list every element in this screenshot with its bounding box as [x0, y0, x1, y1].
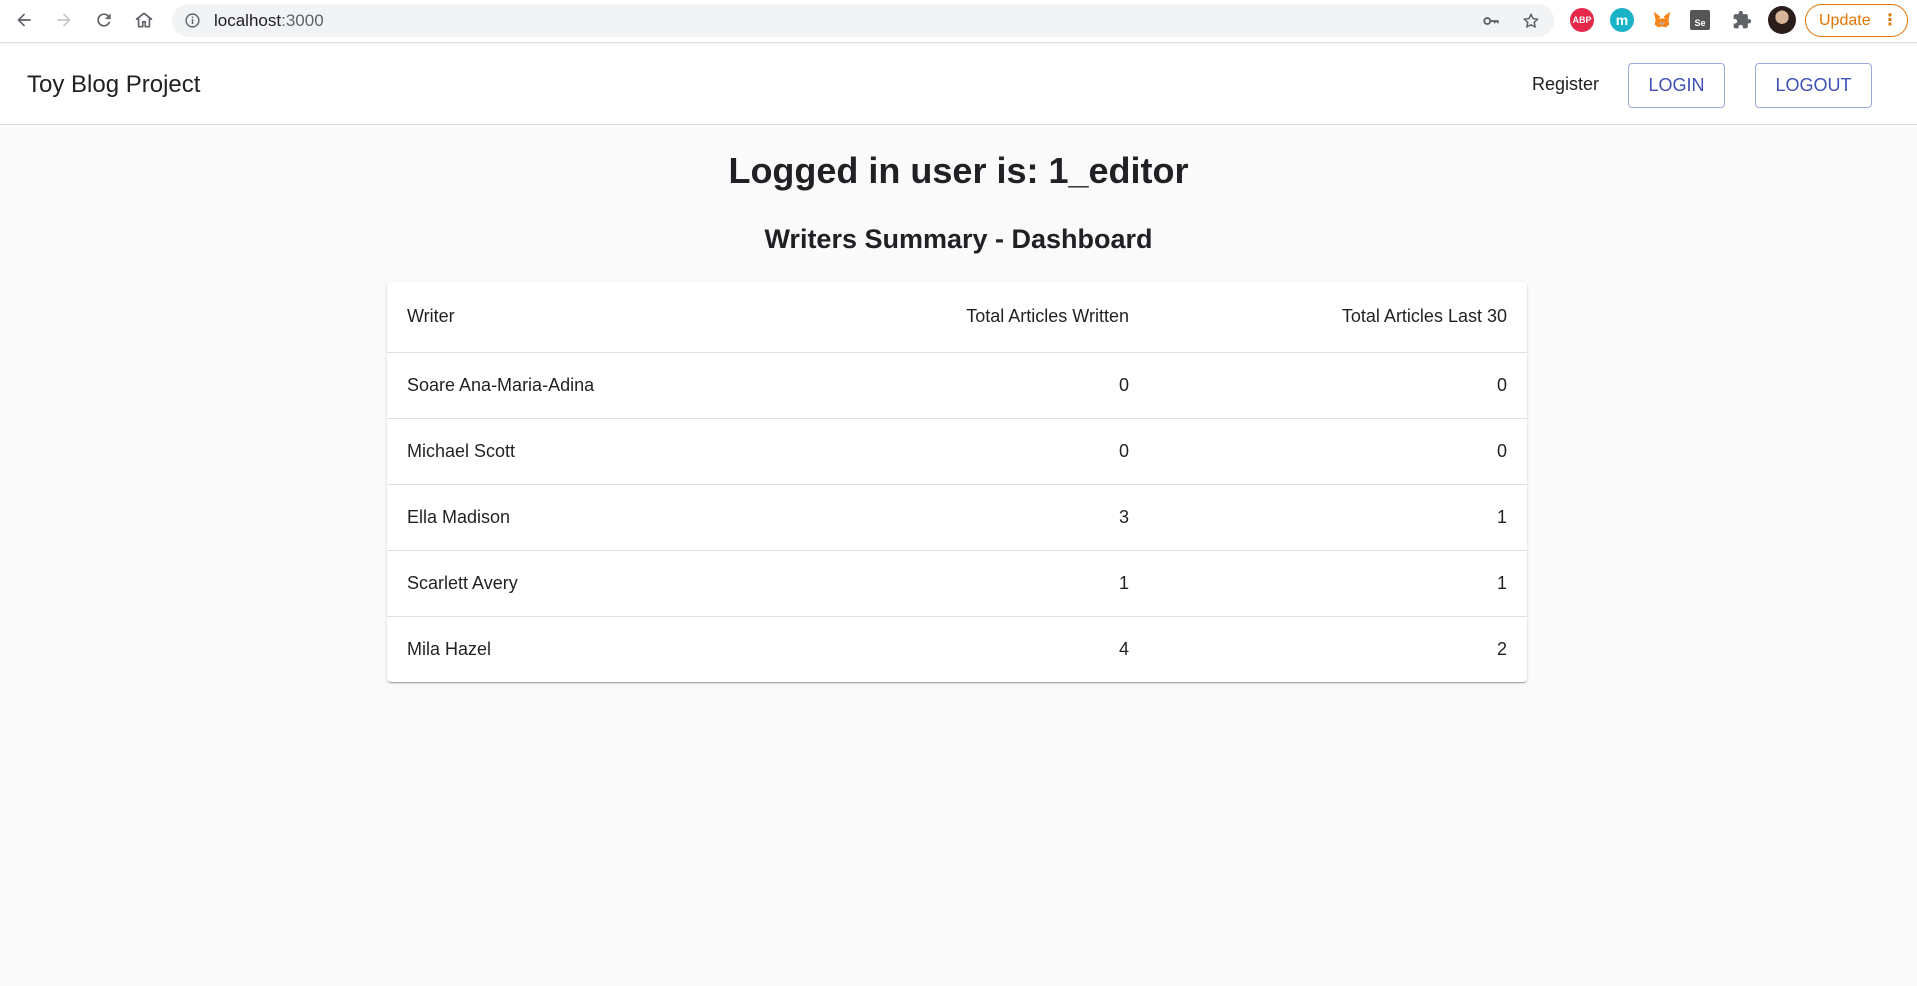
table-row: Michael Scott 0 0	[387, 418, 1527, 485]
total-articles-cell: 0	[764, 352, 1149, 419]
writer-name-cell: Scarlett Avery	[387, 550, 764, 617]
browser-toolbar: localhost:3000 ABP m Se Update ⋮	[0, 0, 1917, 43]
address-bar[interactable]: localhost:3000	[172, 4, 1554, 37]
url-host: localhost	[214, 11, 282, 30]
more-options-icon[interactable]: ⋮	[1882, 5, 1898, 36]
forward-icon[interactable]	[51, 7, 77, 33]
selenium-label: Se	[1694, 18, 1706, 28]
brand-title[interactable]: Toy Blog Project	[27, 44, 200, 125]
total-articles-cell: 3	[764, 484, 1149, 551]
table-row: Mila Hazel 4 2	[387, 616, 1527, 682]
last-30-cell: 2	[1496, 638, 1507, 659]
register-link[interactable]: Register	[1532, 44, 1599, 125]
total-articles-cell: 0	[764, 418, 1149, 485]
last-30-cell: 1	[1149, 484, 1527, 551]
metamask-icon[interactable]	[1650, 8, 1674, 32]
table-header-row: Writer Total Articles Written Total Arti…	[387, 282, 1527, 353]
profile-avatar[interactable]	[1768, 6, 1796, 34]
update-button[interactable]: Update ⋮	[1805, 4, 1908, 37]
writers-summary-table: Writer Total Articles Written Total Arti…	[387, 282, 1527, 682]
page-title: Logged in user is: 1_editor	[728, 150, 1189, 191]
star-icon[interactable]	[1522, 12, 1540, 30]
reload-icon[interactable]	[91, 7, 117, 33]
key-icon[interactable]	[1482, 12, 1500, 30]
total-articles-cell: 1	[764, 550, 1149, 617]
table-row: Ella Madison 3 1	[387, 484, 1527, 551]
writer-name-cell: Mila Hazel	[407, 638, 492, 659]
table-row: Scarlett Avery 1 1	[387, 550, 1527, 617]
column-header-total-articles: Total Articles Written	[764, 282, 1149, 353]
m-extension-label: m	[1615, 12, 1629, 28]
last-30-cell: 0	[1149, 418, 1527, 485]
back-icon[interactable]	[11, 7, 37, 33]
dashboard-subtitle: Writers Summary - Dashboard	[764, 224, 1153, 254]
app-bar: Toy Blog Project Register LOGIN LOGOUT	[0, 44, 1917, 125]
home-icon[interactable]	[131, 7, 157, 33]
logout-button[interactable]: LOGOUT	[1755, 63, 1872, 108]
writer-name-cell: Soare Ana-Maria-Adina	[387, 352, 764, 419]
m-extension-icon[interactable]: m	[1610, 8, 1634, 32]
column-header-last-30: Total Articles Last 30	[1149, 282, 1527, 353]
puzzle-icon[interactable]	[1730, 8, 1754, 32]
url-text[interactable]: localhost:3000	[214, 4, 324, 37]
site-info-icon[interactable]	[184, 12, 201, 29]
total-articles-cell: 4	[1118, 638, 1129, 659]
writer-name-cell: Michael Scott	[387, 418, 764, 485]
url-port: :3000	[281, 11, 324, 30]
writer-name-cell: Ella Madison	[387, 484, 764, 551]
last-30-cell: 1	[1149, 550, 1527, 617]
column-header-writer: Writer	[387, 282, 764, 353]
adblock-icon[interactable]: ABP	[1570, 8, 1594, 32]
adblock-label: ABP	[1572, 15, 1592, 25]
table-row: Soare Ana-Maria-Adina 0 0	[387, 352, 1527, 419]
selenium-icon[interactable]: Se	[1690, 10, 1710, 30]
update-label: Update	[1819, 12, 1871, 29]
last-30-cell: 0	[1149, 352, 1527, 419]
login-button[interactable]: LOGIN	[1628, 63, 1725, 108]
